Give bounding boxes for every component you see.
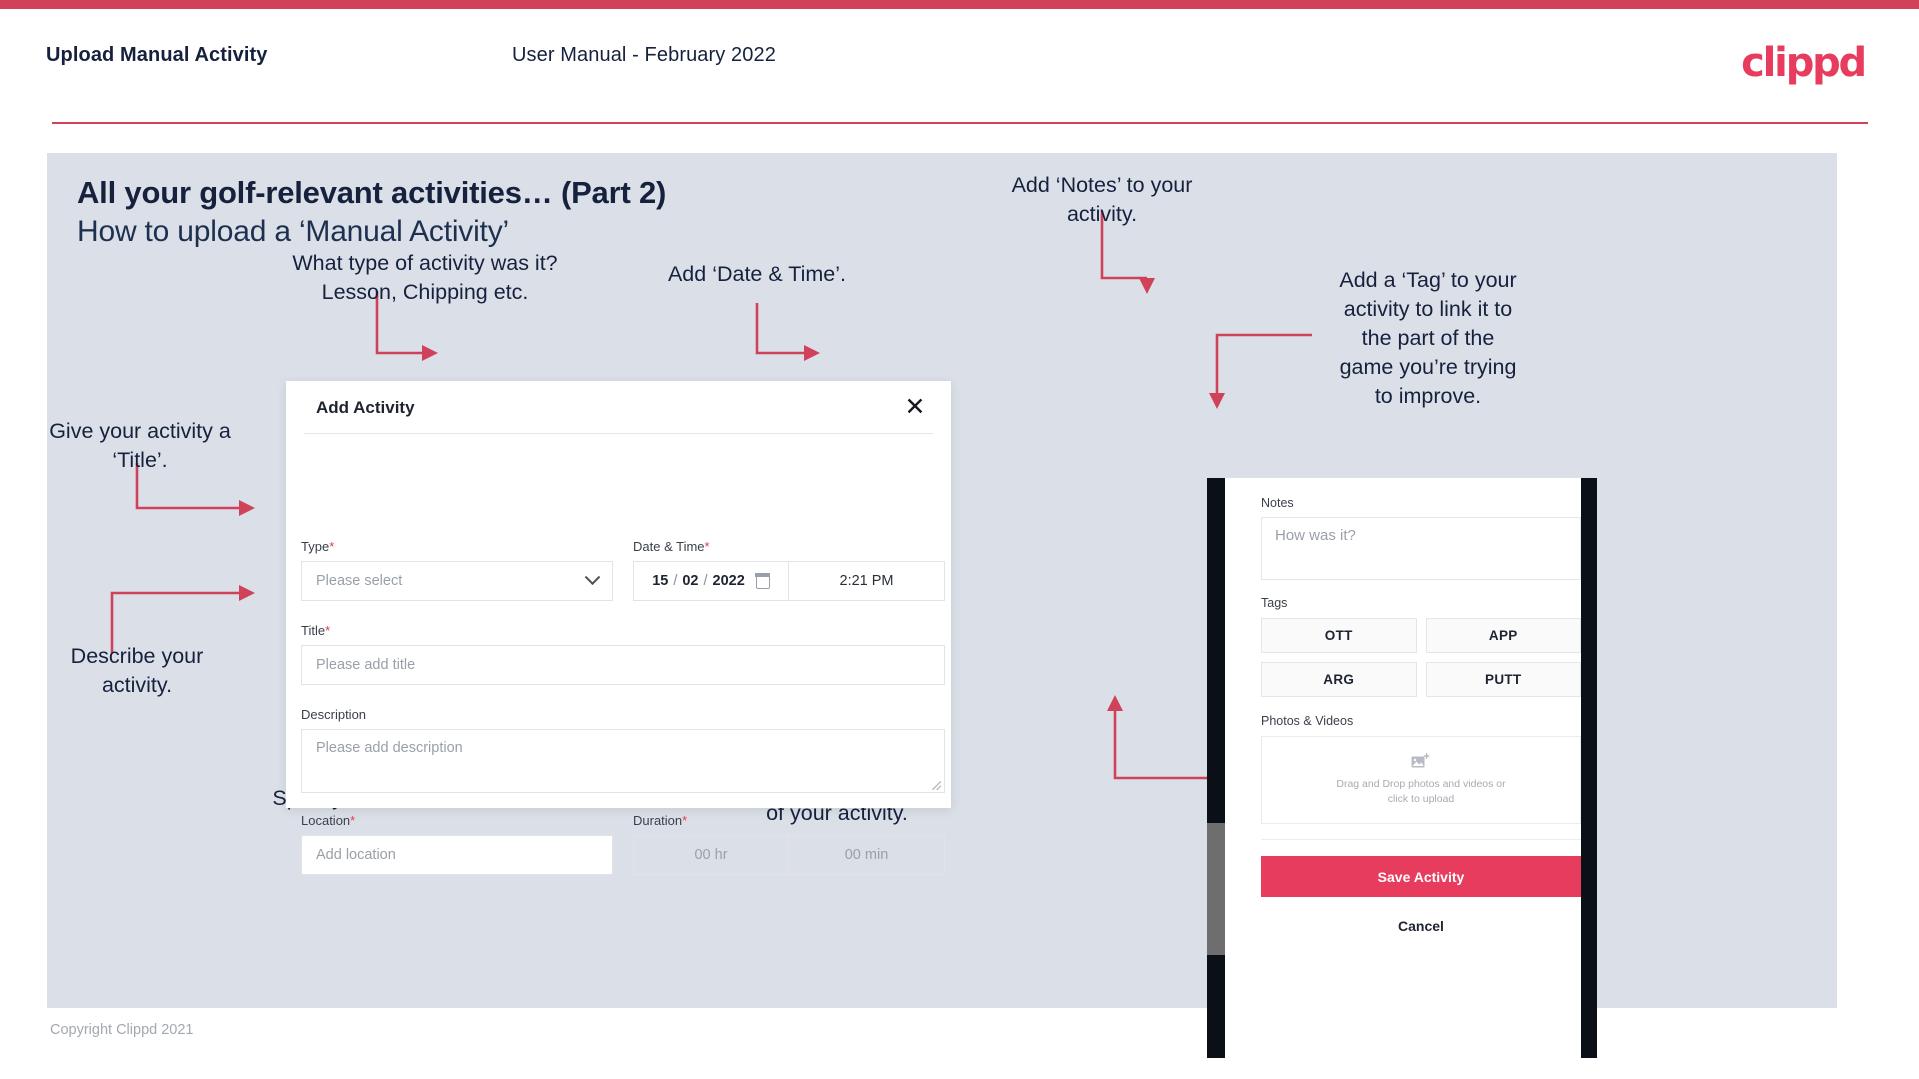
phone-content: Notes How was it? Tags OTT APP ARG PUTT …: [1261, 496, 1581, 934]
date-sep-1: /: [673, 573, 678, 589]
field-datetime-label: Date & Time*: [633, 539, 945, 554]
date-input[interactable]: 15 / 02 / 2022: [633, 561, 789, 601]
annotation-title-text: Give your activity a ‘Title’.: [49, 419, 231, 472]
dropzone-text: Drag and Drop photos and videos or click…: [1336, 778, 1506, 805]
date-month: 02: [682, 573, 699, 589]
field-location: Location* Add location: [301, 813, 613, 875]
time-input[interactable]: 2:21 PM: [789, 561, 945, 601]
photos-videos-label: Photos & Videos: [1261, 714, 1354, 728]
resize-handle-icon[interactable]: [932, 781, 941, 790]
field-datetime: Date & Time* 15 / 02 / 2022 2:21 PM: [633, 539, 945, 601]
duration-minutes-placeholder: 00 min: [844, 847, 889, 863]
description-textarea[interactable]: Please add description: [301, 729, 945, 793]
tag-button-ott[interactable]: OTT: [1261, 618, 1417, 653]
tags-grid: OTT APP ARG PUTT: [1261, 618, 1581, 697]
phone-divider: [1261, 839, 1581, 840]
duration-inputs: 00 hr 00 min: [633, 835, 945, 875]
tags-label: Tags: [1261, 596, 1288, 610]
calendar-icon[interactable]: [755, 572, 771, 589]
type-select-placeholder: Please select: [316, 573, 403, 589]
annotation-describe: Describe your activity.: [47, 642, 227, 700]
field-description: Description Please add description: [301, 707, 945, 793]
annotation-title: Give your activity a ‘Title’.: [47, 417, 233, 475]
description-placeholder: Please add description: [316, 740, 463, 756]
field-title: Title* Please add title: [301, 623, 945, 685]
field-duration-required: *: [682, 813, 688, 828]
duration-hours-placeholder: 00 hr: [694, 847, 728, 863]
date-day: 15: [652, 573, 669, 589]
footer-copyright: Copyright Clippd 2021: [50, 1022, 194, 1038]
time-value: 2:21 PM: [839, 573, 894, 589]
notes-label: Notes: [1261, 496, 1294, 510]
slide-heading: All your golf-relevant activities… (Part…: [77, 175, 667, 210]
annotation-type: What type of activity was it? Lesson, Ch…: [275, 249, 575, 307]
page-subtitle: User Manual - February 2022: [512, 44, 776, 66]
field-title-required: *: [325, 623, 331, 638]
page-title: Upload Manual Activity: [46, 44, 268, 66]
notes-textarea[interactable]: How was it?: [1261, 517, 1581, 580]
annotation-notes-text: Add ‘Notes’ to your activity.: [1011, 173, 1193, 226]
annotation-type-text: What type of activity was it? Lesson, Ch…: [292, 251, 558, 304]
field-type-required: *: [329, 539, 335, 554]
title-input[interactable]: Please add title: [301, 645, 945, 685]
close-icon[interactable]: ✕: [901, 392, 929, 420]
field-location-label-text: Location: [301, 813, 351, 828]
tag-button-app[interactable]: APP: [1425, 618, 1581, 653]
field-description-label: Description: [301, 707, 945, 722]
phone-side-button: [1207, 823, 1225, 955]
notes-placeholder: How was it?: [1275, 527, 1356, 544]
save-activity-button[interactable]: Save Activity: [1261, 856, 1581, 897]
chevron-down-icon: [584, 568, 601, 585]
top-accent-bar: [0, 0, 1919, 9]
add-image-icon: [1411, 753, 1431, 770]
location-input[interactable]: Add location: [301, 835, 613, 875]
dialog-divider: [304, 433, 933, 434]
field-duration: Duration* 00 hr 00 min: [633, 813, 945, 875]
phone-left-edge: [1207, 478, 1225, 1058]
phone-mockup: Notes How was it? Tags OTT APP ARG PUTT …: [1207, 478, 1597, 1058]
field-type-label: Type*: [301, 539, 613, 554]
field-title-label: Title*: [301, 623, 945, 638]
annotation-tag-text: Add a ‘Tag’ to your activity to link it …: [1339, 268, 1517, 408]
field-datetime-required: *: [704, 539, 710, 554]
tag-button-putt[interactable]: PUTT: [1425, 662, 1581, 697]
annotation-notes: Add ‘Notes’ to your activity.: [992, 171, 1212, 229]
duration-minutes-input[interactable]: 00 min: [789, 835, 945, 875]
field-duration-label: Duration*: [633, 813, 945, 828]
dialog-title: Add Activity: [316, 398, 415, 417]
field-title-label-text: Title: [301, 623, 326, 638]
title-input-placeholder: Please add title: [316, 657, 416, 673]
annotation-tag: Add a ‘Tag’ to your activity to link it …: [1315, 266, 1541, 411]
dialog-header: Add Activity ✕: [286, 381, 951, 433]
slide-canvas: All your golf-relevant activities… (Part…: [47, 153, 1837, 1058]
datetime-inputs: 15 / 02 / 2022 2:21 PM: [633, 561, 945, 601]
phone-right-edge: [1581, 478, 1597, 1058]
field-description-label-text: Description: [301, 707, 367, 722]
tag-button-arg[interactable]: ARG: [1261, 662, 1417, 697]
type-select[interactable]: Please select: [301, 561, 613, 601]
phone-screen: Notes How was it? Tags OTT APP ARG PUTT …: [1225, 478, 1581, 1058]
field-location-label: Location*: [301, 813, 613, 828]
field-type-label-text: Type: [301, 539, 330, 554]
clippd-logo: clippd: [1741, 40, 1867, 86]
photo-dropzone[interactable]: Drag and Drop photos and videos or click…: [1261, 736, 1581, 824]
annotation-date: Add ‘Date & Time’.: [622, 260, 892, 289]
location-placeholder: Add location: [316, 847, 396, 863]
duration-hours-input[interactable]: 00 hr: [633, 835, 789, 875]
date-sep-2: /: [703, 573, 708, 589]
field-location-required: *: [350, 813, 356, 828]
slide-root: Upload Manual Activity User Manual - Feb…: [0, 0, 1919, 1079]
header-divider: [52, 122, 1868, 124]
field-type: Type* Please select: [301, 539, 613, 601]
slide-subheading: How to upload a ‘Manual Activity’: [77, 215, 509, 248]
date-year: 2022: [712, 573, 745, 589]
annotation-date-text: Add ‘Date & Time’.: [667, 262, 847, 286]
field-duration-label-text: Duration: [633, 813, 683, 828]
cancel-button[interactable]: Cancel: [1261, 918, 1581, 934]
annotation-describe-text: Describe your activity.: [70, 644, 204, 697]
field-datetime-label-text: Date & Time: [633, 539, 705, 554]
